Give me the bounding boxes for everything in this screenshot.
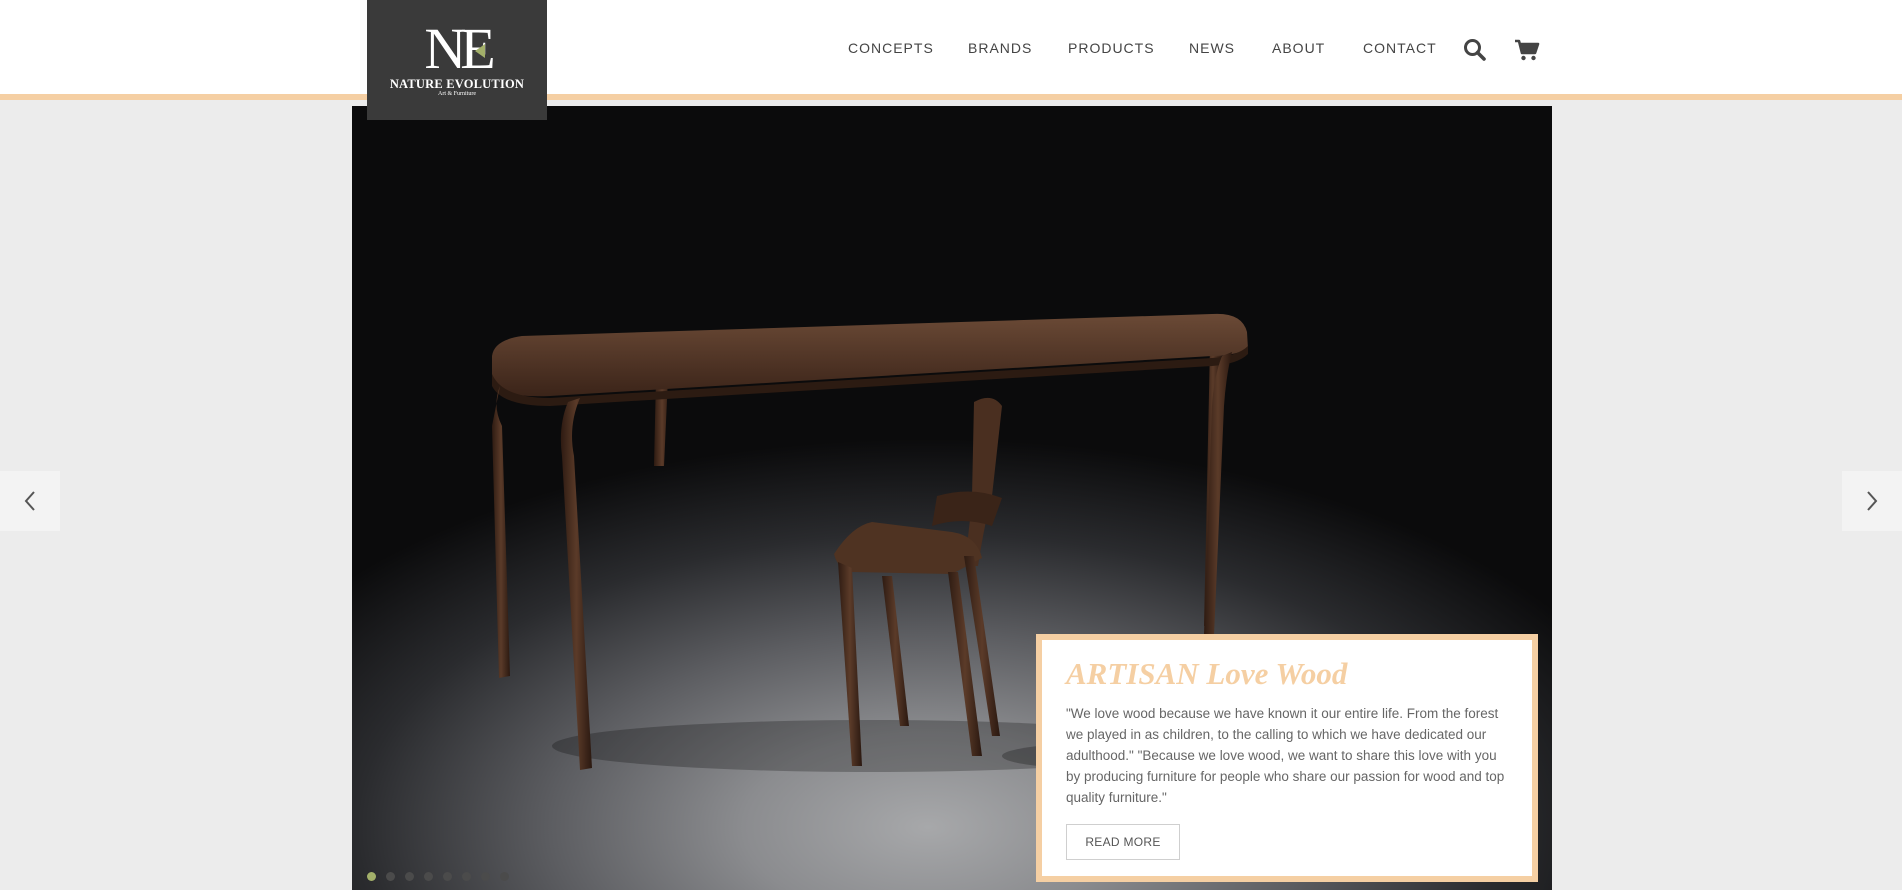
logo-tagline: Art & Furniture: [438, 91, 476, 97]
slider-next-button[interactable]: [1842, 471, 1902, 531]
nav-contact[interactable]: CONTACT: [1363, 40, 1437, 56]
site-header: NE NATURE EVOLUTION Art & Furniture CONC…: [0, 0, 1902, 120]
logo-leaf-icon: [475, 44, 485, 58]
chevron-right-icon: [1867, 491, 1878, 511]
logo-monogram: NE: [367, 18, 547, 80]
nav-brands[interactable]: BRANDS: [968, 40, 1032, 56]
slider-dot[interactable]: [500, 872, 509, 881]
slider-prev-button[interactable]: [0, 471, 60, 531]
logo-name: NATURE EVOLUTION: [389, 77, 525, 91]
slider-dot[interactable]: [424, 872, 433, 881]
caption-title: ARTISAN Love Wood: [1066, 656, 1348, 691]
nav-products[interactable]: PRODUCTS: [1068, 40, 1155, 56]
slider-dot[interactable]: [367, 872, 376, 881]
slider-dot[interactable]: [386, 872, 395, 881]
nav-news[interactable]: NEWS: [1189, 40, 1235, 56]
slider-dot[interactable]: [405, 872, 414, 881]
slider-dot[interactable]: [462, 872, 471, 881]
slider-dot[interactable]: [443, 872, 452, 881]
chevron-left-icon: [24, 491, 35, 511]
slider-dot[interactable]: [481, 872, 490, 881]
read-more-button[interactable]: READ MORE: [1066, 824, 1180, 860]
search-icon[interactable]: [1462, 37, 1488, 63]
site-logo[interactable]: NE NATURE EVOLUTION Art & Furniture: [367, 0, 547, 120]
slide-caption-box: ARTISAN Love Wood "We love wood because …: [1036, 634, 1538, 882]
caption-body: "We love wood because we have known it o…: [1066, 706, 1505, 805]
nav-about[interactable]: ABOUT: [1272, 40, 1325, 56]
cart-icon[interactable]: [1514, 37, 1540, 63]
nav-concepts[interactable]: CONCEPTS: [848, 40, 934, 56]
